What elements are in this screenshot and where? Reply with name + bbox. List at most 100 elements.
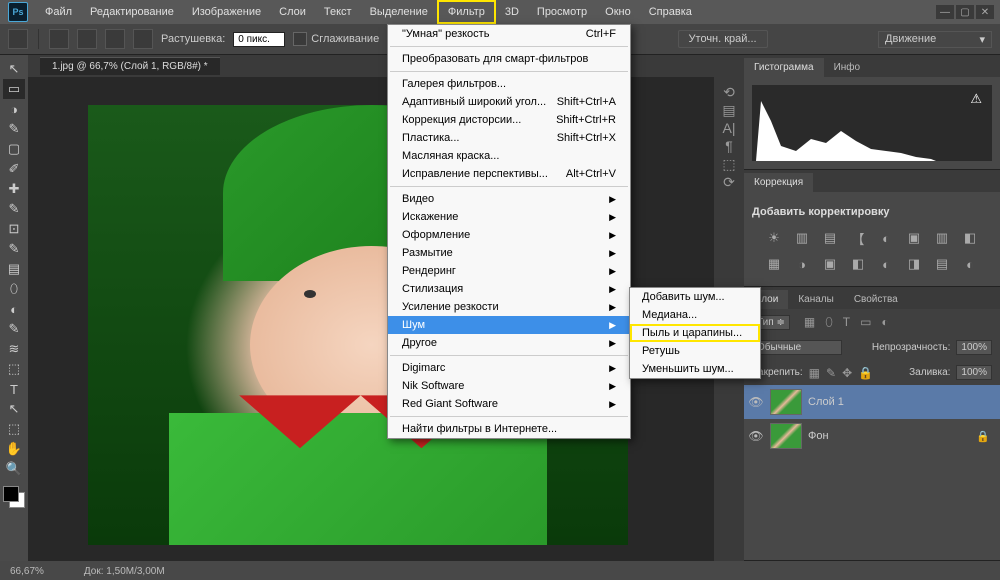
tool-19[interactable]: ✋ — [3, 439, 25, 459]
adjustment-icon-15[interactable]: ◐ — [961, 256, 979, 272]
tool-preset-icon[interactable] — [8, 29, 28, 49]
tool-8[interactable]: ⊡ — [3, 219, 25, 239]
submenu-item[interactable]: Уменьшить шум... — [630, 360, 760, 378]
histogram-warning-icon[interactable]: ⚠ — [970, 91, 982, 107]
adjustment-icon-11[interactable]: ◧ — [849, 256, 867, 272]
tool-0[interactable]: ↖ — [3, 59, 25, 79]
adjustment-icon-13[interactable]: ◨ — [905, 256, 923, 272]
visibility-icon[interactable]: 👁 — [748, 429, 764, 443]
layer-filter-icon-0[interactable]: ▦ — [804, 315, 815, 330]
antialias-check[interactable]: Сглаживание — [293, 32, 379, 46]
menu-выделение[interactable]: Выделение — [361, 2, 437, 22]
submenu-item[interactable]: Пыль и царапины... — [630, 324, 760, 342]
menu-item[interactable]: Галерея фильтров... — [388, 75, 630, 93]
tool-16[interactable]: T — [3, 379, 25, 399]
adjustment-icon-0[interactable]: ☀ — [765, 230, 783, 246]
layer-row[interactable]: 👁Слой 1 — [744, 385, 1000, 419]
menu-item[interactable]: Стилизация▶ — [388, 280, 630, 298]
marquee-sub-icon[interactable] — [105, 29, 125, 49]
tab-histogram[interactable]: Гистограмма — [744, 58, 824, 77]
menu-item[interactable]: Nik Software▶ — [388, 377, 630, 395]
lock-position-icon[interactable]: ✥ — [842, 366, 852, 380]
zoom-level[interactable]: 66,67% — [10, 566, 44, 577]
submenu-item[interactable]: Ретушь — [630, 342, 760, 360]
marquee-int-icon[interactable] — [133, 29, 153, 49]
feather-input[interactable] — [233, 32, 285, 47]
menu-item[interactable]: Red Giant Software▶ — [388, 395, 630, 413]
adjustment-icon-6[interactable]: ▥ — [933, 230, 951, 246]
lock-transparency-icon[interactable]: ▦ — [809, 366, 820, 380]
menu-изображение[interactable]: Изображение — [183, 2, 270, 22]
adjustment-icon-12[interactable]: ◐ — [877, 256, 895, 272]
marquee-add-icon[interactable] — [77, 29, 97, 49]
layer-thumbnail[interactable] — [770, 389, 802, 415]
menu-item[interactable]: Искажение▶ — [388, 208, 630, 226]
menu-item[interactable]: Усиление резкости▶ — [388, 298, 630, 316]
menu-3d[interactable]: 3D — [496, 2, 528, 22]
adjustment-icon-3[interactable]: 【 — [849, 230, 867, 246]
tool-6[interactable]: ✚ — [3, 179, 25, 199]
tool-13[interactable]: ✎ — [3, 319, 25, 339]
menu-текст[interactable]: Текст — [315, 2, 361, 22]
menu-item[interactable]: Найти фильтры в Интернете... — [388, 420, 630, 438]
dock-icon-2[interactable]: A| — [719, 119, 739, 137]
tool-20[interactable]: 🔍 — [3, 459, 25, 479]
minimize-button[interactable]: — — [936, 5, 954, 19]
menu-фильтр[interactable]: Фильтр — [437, 0, 496, 24]
menu-item[interactable]: Другое▶ — [388, 334, 630, 352]
tool-2[interactable]: ◑ — [3, 99, 25, 119]
menu-item[interactable]: Коррекция дисторсии...Shift+Ctrl+R — [388, 111, 630, 129]
lock-all-icon[interactable]: 🔒 — [858, 366, 873, 380]
menu-окно[interactable]: Окно — [596, 2, 640, 22]
menu-редактирование[interactable]: Редактирование — [81, 2, 183, 22]
submenu-item[interactable]: Добавить шум... — [630, 288, 760, 306]
menu-файл[interactable]: Файл — [36, 2, 81, 22]
tool-11[interactable]: ⬯ — [3, 279, 25, 299]
layer-filter-icon-3[interactable]: ▭ — [860, 315, 871, 330]
menu-item[interactable]: Шум▶ — [388, 316, 630, 334]
adjustment-icon-7[interactable]: ◧ — [961, 230, 979, 246]
layer-thumbnail[interactable] — [770, 423, 802, 449]
tool-10[interactable]: ▤ — [3, 259, 25, 279]
menu-слои[interactable]: Слои — [270, 2, 315, 22]
layer-filter-icon-4[interactable]: ◐ — [881, 315, 888, 330]
adjustment-icon-8[interactable]: ▦ — [765, 256, 783, 272]
tool-1[interactable]: ▭ — [3, 79, 25, 99]
opacity-input[interactable]: 100% — [956, 340, 992, 355]
tool-17[interactable]: ↖ — [3, 399, 25, 419]
tool-4[interactable]: ▢ — [3, 139, 25, 159]
tab-info[interactable]: Инфо — [824, 58, 871, 77]
tool-18[interactable]: ⬚ — [3, 419, 25, 439]
blend-mode-select[interactable]: Обычные — [752, 340, 842, 355]
close-button[interactable]: ✕ — [976, 5, 994, 19]
menu-item[interactable]: Оформление▶ — [388, 226, 630, 244]
menu-item[interactable]: Видео▶ — [388, 190, 630, 208]
adjustment-icon-4[interactable]: ◐ — [877, 230, 895, 246]
dock-icon-4[interactable]: ⬚ — [719, 155, 739, 173]
marquee-rect-icon[interactable] — [49, 29, 69, 49]
adjustment-icon-14[interactable]: ▤ — [933, 256, 951, 272]
lock-pixels-icon[interactable]: ✎ — [826, 366, 836, 380]
adjustment-icon-9[interactable]: ◑ — [793, 256, 811, 272]
adjustment-icon-2[interactable]: ▤ — [821, 230, 839, 246]
color-swatches[interactable] — [3, 486, 25, 508]
layer-row[interactable]: 👁Фон🔒 — [744, 419, 1000, 453]
menu-item[interactable]: Пластика...Shift+Ctrl+X — [388, 129, 630, 147]
tool-7[interactable]: ✎ — [3, 199, 25, 219]
menu-item[interactable]: Масляная краска... — [388, 147, 630, 165]
tool-9[interactable]: ✎ — [3, 239, 25, 259]
menu-item[interactable]: Преобразовать для смарт-фильтров — [388, 50, 630, 68]
menu-item[interactable]: Digimarc▶ — [388, 359, 630, 377]
workspace-select[interactable]: Движение▾ — [878, 31, 992, 48]
tool-14[interactable]: ≋ — [3, 339, 25, 359]
adjustment-icon-1[interactable]: ▥ — [793, 230, 811, 246]
adjustment-icon-5[interactable]: ▣ — [905, 230, 923, 246]
tab-properties[interactable]: Свойства — [844, 290, 908, 309]
layer-filter-icon-2[interactable]: T — [843, 315, 850, 330]
menu-item[interactable]: Адаптивный широкий угол...Shift+Ctrl+A — [388, 93, 630, 111]
fg-color-swatch[interactable] — [3, 486, 19, 502]
tab-channels[interactable]: Каналы — [788, 290, 844, 309]
submenu-item[interactable]: Медиана... — [630, 306, 760, 324]
menu-справка[interactable]: Справка — [640, 2, 701, 22]
layer-filter-icon-1[interactable]: ⬯ — [825, 315, 833, 330]
